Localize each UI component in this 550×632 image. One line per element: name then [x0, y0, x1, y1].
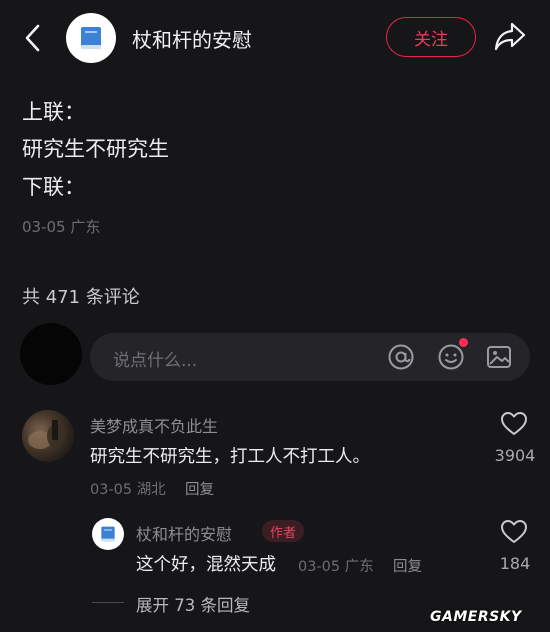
comment-like-count: 3904: [494, 446, 536, 465]
post-date-location: 03-05 广东: [22, 218, 101, 236]
author-badge: 作者: [262, 520, 305, 542]
follow-button[interactable]: 关注: [386, 17, 476, 57]
comment-text: 研究生不研究生，打工人不打工人。: [90, 447, 370, 467]
emoji-button[interactable]: [436, 338, 468, 372]
commenter-name[interactable]: 美梦成真不负此生: [90, 413, 218, 437]
notification-dot: [459, 338, 468, 347]
heart-icon: [501, 412, 527, 435]
site-watermark: GAMERSKY: [430, 609, 522, 625]
expand-divider: [92, 602, 124, 603]
comment-count: 共 471 条评论: [22, 287, 140, 308]
comment-reply-button[interactable]: 回复: [185, 478, 214, 499]
commenter-avatar[interactable]: [22, 410, 74, 462]
share-button[interactable]: [492, 18, 528, 54]
reply-date-location: 03-05 广东: [298, 559, 374, 575]
reply-author-name[interactable]: 杖和杆的安慰: [136, 521, 232, 545]
reply-like-button[interactable]: [500, 519, 528, 545]
chevron-left-icon: [25, 24, 40, 52]
post-line-2: 研究生不研究生: [22, 137, 169, 161]
author-avatar[interactable]: [66, 13, 116, 63]
post-line-1: 上联：: [22, 100, 85, 124]
image-icon: [487, 346, 511, 368]
reply-like-count: 184: [499, 554, 531, 573]
author-name[interactable]: 杖和杆的安慰: [132, 24, 252, 53]
heart-icon: [501, 520, 527, 543]
reply-reply-button[interactable]: 回复: [393, 555, 422, 576]
back-button[interactable]: [18, 20, 48, 56]
current-user-avatar: [20, 323, 82, 385]
comment-input-placeholder: 说点什么...: [113, 351, 198, 371]
post-line-3: 下联：: [22, 175, 85, 199]
mention-button[interactable]: [386, 342, 416, 372]
book-icon: [101, 526, 115, 542]
comment-like-button[interactable]: [500, 411, 528, 437]
expand-replies-button[interactable]: 展开 73 条回复: [136, 592, 250, 616]
comment-date-location: 03-05 湖北: [90, 482, 166, 498]
reply-text: 这个好，混然天成: [136, 555, 276, 575]
image-button[interactable]: [484, 342, 514, 372]
book-icon: [81, 27, 101, 49]
reply-author-avatar[interactable]: [92, 518, 124, 550]
photo-thumbnail: [28, 420, 65, 449]
share-arrow-icon: [494, 22, 526, 51]
at-icon: [388, 344, 414, 370]
